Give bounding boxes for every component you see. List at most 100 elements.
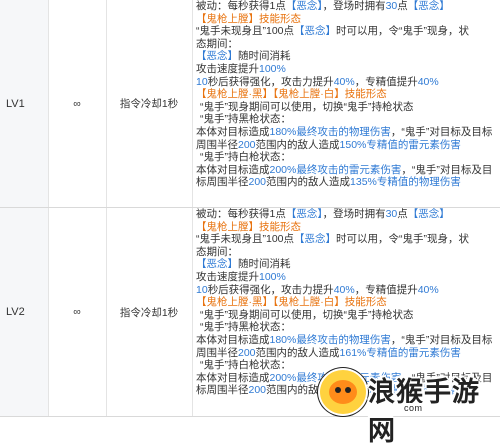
description-line: 本体对目标造成200%最终攻击的雷元素伤害，“鬼手”对目标及目 [196,164,496,177]
uses-value: ∞ [73,306,81,318]
description-segment: 本体对目标造成 [196,163,270,176]
description-segment: 周围半径 [196,346,238,359]
description-segment: 40% [417,75,439,88]
description-segment: 【恶念】 [407,208,450,220]
description-segment: ，专精值提升 [354,283,418,296]
description-segment: 点 [397,0,408,12]
uses-cell: ∞ [48,208,107,416]
monkey-logo-icon [318,368,368,416]
description-line: 【鬼枪上膛】技能形态 [196,221,496,234]
description-segment: ，专精值提升 [354,75,418,88]
description-segment: 100% [259,270,286,283]
description-segment: 【恶念】 [285,0,323,12]
description-segment: “鬼手”持黑枪状态： [200,321,291,334]
level-cell: LV2 [0,208,49,416]
level-cell: LV1 [0,0,49,207]
description-segment: 被动：每秒获得1点 [196,208,286,220]
description-segment: 135%专精值的物理伤害 [350,176,461,189]
description-segment: 标周围半径 [196,176,249,189]
description-segment: ，“鬼手”对目标及目标 [390,125,493,138]
description-segment: 范围内的敌人造成 [255,138,340,151]
description-segment: 10 [196,283,208,296]
watermark-text: 浪猴手游网 [368,377,480,447]
skill-description: 被动：每秒获得1点【恶念】，登场时拥有30点【恶念】 【鬼枪上膛】技能形态 “鬼手未… [196,0,496,189]
description-segment: 40% [333,75,355,88]
description-segment: 10 [196,75,208,88]
level-label: LV1 [6,97,25,110]
description-segment: 时可以用，令“鬼手”现身，状 [336,25,470,38]
description-segment: 本体对目标造成 [196,371,270,384]
description-line: 被动：每秒获得1点【恶念】，登场时拥有30点【恶念】 [196,0,496,13]
description-segment: “鬼手”持白枪状态： [200,359,291,372]
description-segment: 攻击速度提升 [196,62,259,75]
description-segment: 161%专精值的雷元素伤害 [339,346,461,359]
description-line: 标周围半径200范围内的敌人造成135%专精值的物理伤害 [196,176,496,189]
level-label: LV2 [6,306,25,318]
description-segment: 时可以用，令“鬼手”现身，状 [336,233,470,246]
description-segment: 【恶念】 [294,233,337,246]
description-segment: 范围内的敌人造成 [266,176,351,189]
description-segment: ，登场时拥有 [322,208,386,220]
description-segment: 本体对目标造成 [196,333,270,346]
description-segment: 30 [385,0,398,12]
description-cell: 被动：每秒获得1点【恶念】，登场时拥有30点【恶念】 【鬼枪上膛】技能形态 “鬼手未… [192,0,500,207]
cooldown-value: 指令冷却1秒 [119,98,179,110]
description-line: 【鬼枪上膛·黑】【鬼枪上膛·白】技能形态 [196,88,496,101]
description-line: 被动：每秒获得1点【恶念】，登场时拥有30点【恶念】 [196,208,496,221]
description-line: “鬼手”持白枪状态： [196,151,496,164]
description-segment: 【恶念】 [294,25,337,38]
description-segment: 40% [417,283,439,296]
description-line: “鬼手”现身期间可以使用，切换“鬼手”持枪状态 [196,309,496,322]
description-segment: “鬼手未现身且”100点 [196,25,295,38]
description-line: 攻击速度提升100% [196,63,496,76]
description-line: 【恶念】随时间消耗 [196,50,496,63]
description-segment: 【恶念】 [196,50,238,63]
uses-cell: ∞ [48,0,107,207]
description-line: 10秒后获得强化，攻击力提升40%，专精值提升40% [196,284,496,297]
description-segment: 40% [333,283,355,296]
description-line: 【恶念】随时间消耗 [196,258,496,271]
cooldown-cell: 指令冷却1秒 [106,0,193,207]
table-row: LV1 ∞ 指令冷却1秒 被动：每秒获得1点【恶念】，登场时拥有30点【恶念】【… [0,0,500,208]
description-segment: 【恶念】 [285,208,323,220]
description-segment: 30 [385,208,398,220]
description-line: 态期间： [196,38,496,51]
description-segment: 被动：每秒获得1点 [196,0,286,12]
description-segment: 200 [248,384,267,397]
description-line: “鬼手”持黑枪状态： [196,321,496,334]
description-segment: “鬼手”现身期间可以使用，切换“鬼手”持枪状态 [200,100,414,113]
description-segment: “鬼手未现身且”100点 [196,233,295,246]
description-segment: 点 [397,208,408,220]
description-line: 周围半径200范围内的敌人造成150%专精值的雷元素伤害 [196,139,496,152]
description-line: 态期间： [196,246,496,259]
description-segment: 标周围半径 [196,384,249,397]
description-segment: 随时间消耗 [238,258,291,271]
cooldown-value: 指令冷却1秒 [119,306,179,319]
description-line: 【鬼枪上膛·黑】【鬼枪上膛·白】技能形态 [196,296,496,309]
description-segment: 150%专精值的雷元素伤害 [339,138,461,151]
description-line: 本体对目标造成180%最终攻击的物理伤害，“鬼手”对目标及目标 [196,126,496,139]
description-line: “鬼手”持黑枪状态： [196,113,496,126]
description-line: “鬼手未现身且”100点【恶念】时可以用，令“鬼手”现身，状 [196,25,496,38]
description-segment: 秒后获得强化，攻击力提升 [207,75,334,88]
description-segment: “鬼手”现身期间可以使用，切换“鬼手”持枪状态 [200,308,414,321]
description-segment: 态期间： [196,37,238,50]
description-segment: 【恶念】 [407,0,450,12]
uses-value: ∞ [73,97,81,110]
watermark: 浪猴手游网 com [318,364,500,447]
description-segment: ，登场时拥有 [322,0,386,12]
description-segment: 【鬼枪上膛】技能形态 [196,12,301,25]
description-segment: 100% [259,62,286,75]
description-line: 攻击速度提升100% [196,271,496,284]
description-segment: 攻击速度提升 [196,270,259,283]
description-segment: 180%最终攻击的物理伤害 [269,333,391,346]
description-segment: 200%最终攻击的雷元素伤害 [269,163,402,176]
skill-table: LV1 ∞ 指令冷却1秒 被动：每秒获得1点【恶念】，登场时拥有30点【恶念】【… [0,0,500,417]
description-segment: “鬼手”持黑枪状态： [200,113,291,126]
description-segment: 随时间消耗 [238,50,291,63]
description-segment: 范围内的敌人造成 [255,346,340,359]
cooldown-cell: 指令冷却1秒 [106,208,193,416]
description-segment: 180%最终攻击的物理伤害 [269,125,391,138]
description-segment: “鬼手”持白枪状态： [200,151,291,164]
description-segment: ，“鬼手”对目标及目标 [390,333,493,346]
